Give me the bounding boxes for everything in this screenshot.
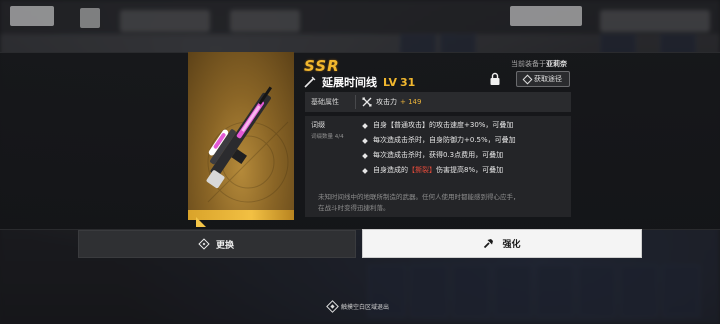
- swap-icon: [198, 238, 210, 250]
- home-button-blurred: [80, 8, 100, 28]
- affix-text: 自身【普通攻击】的攻击速度+30%，可叠加: [373, 121, 514, 129]
- rarity-badge: SSR: [304, 57, 340, 75]
- affix-text: 自身造成的: [373, 166, 408, 174]
- bullet-icon: [362, 153, 368, 159]
- equipped-prefix: 当前装备于: [511, 60, 546, 68]
- upgrade-button[interactable]: 强化: [362, 229, 642, 258]
- panel-corner-accent: [196, 217, 206, 227]
- weapon-title-row: 延展时间线 LV 31: [304, 74, 415, 90]
- level-label: LV: [383, 75, 398, 89]
- affix-line: 每次造成击杀时，自身防御力+0.5%，可叠加: [362, 135, 516, 150]
- affix-title: 词缀: [311, 121, 325, 129]
- exit-hint-text: 触摸空白区域退出: [341, 304, 390, 311]
- weapon-name: 延展时间线: [322, 76, 377, 89]
- back-button-blurred: [10, 6, 54, 26]
- weapon-image-panel: [188, 52, 294, 220]
- affix-text: 每次造成击杀时，自身防御力+0.5%，可叠加: [373, 136, 516, 144]
- flavor-line: 未知时间线中的地联所制造的武器。任何人使用时都能感到得心应手，: [318, 193, 520, 201]
- affix-line: 每次造成击杀时，获得0.3点费用，可叠加: [362, 150, 516, 165]
- flavor-line: 在战斗时变得迅捷利落。: [318, 204, 390, 212]
- source-label: 获取途径: [534, 75, 562, 83]
- affix-section: 词缀 词缀数量 4/4 自身【普通攻击】的攻击速度+30%，可叠加 每次造成击杀…: [305, 116, 571, 217]
- weapon-type-icon: [304, 76, 316, 88]
- upgrade-label: 强化: [502, 240, 521, 250]
- affix-line: 自身造成的【撕裂】伤害提高8%，可叠加: [362, 165, 516, 180]
- exit-hint-icon: [326, 300, 339, 313]
- divider: [355, 95, 356, 109]
- equipped-character: 亚莉奈: [546, 60, 567, 68]
- affix-line: 自身【普通攻击】的攻击速度+30%，可叠加: [362, 120, 516, 135]
- base-attr-label: 基础属性: [311, 98, 339, 106]
- affix-count: 词缀数量 4/4: [311, 134, 344, 140]
- level-value: 31: [400, 75, 416, 89]
- top-right-button-blurred: [510, 6, 582, 26]
- stat-value: + 149: [400, 98, 422, 106]
- affix-header: 词缀 词缀数量 4/4: [311, 120, 344, 140]
- bullet-icon: [362, 138, 368, 144]
- flavor-text: 未知时间线中的地联所制造的武器。任何人使用时都能感到得心应手， 在战斗时变得迅捷…: [318, 192, 520, 214]
- stat-name: 攻击力: [376, 98, 397, 106]
- upgrade-hammer-icon: [484, 239, 494, 249]
- equipped-by-text: 当前装备于亚莉奈: [511, 59, 567, 69]
- affix-text: 伤害提高8%，可叠加: [436, 166, 504, 174]
- source-diamond-icon: [522, 74, 533, 84]
- affix-list: 自身【普通攻击】的攻击速度+30%，可叠加 每次造成击杀时，自身防御力+0.5%…: [362, 120, 516, 180]
- affix-highlight: 【撕裂】: [408, 166, 436, 174]
- bullet-icon: [362, 123, 368, 129]
- swap-button[interactable]: 更换: [78, 230, 356, 258]
- acquire-source-button[interactable]: 获取途径: [516, 71, 570, 87]
- weapon-illustration: [206, 86, 289, 203]
- exit-hint: 触摸空白区域退出: [326, 300, 390, 313]
- bullet-icon: [362, 168, 368, 174]
- swap-label: 更换: [215, 240, 234, 251]
- attack-icon: [362, 97, 372, 107]
- lock-icon[interactable]: [488, 72, 502, 86]
- affix-text: 每次造成击杀时，获得0.3点费用，可叠加: [373, 151, 504, 159]
- base-attribute-bar: 基础属性 攻击力 + 149: [305, 92, 571, 112]
